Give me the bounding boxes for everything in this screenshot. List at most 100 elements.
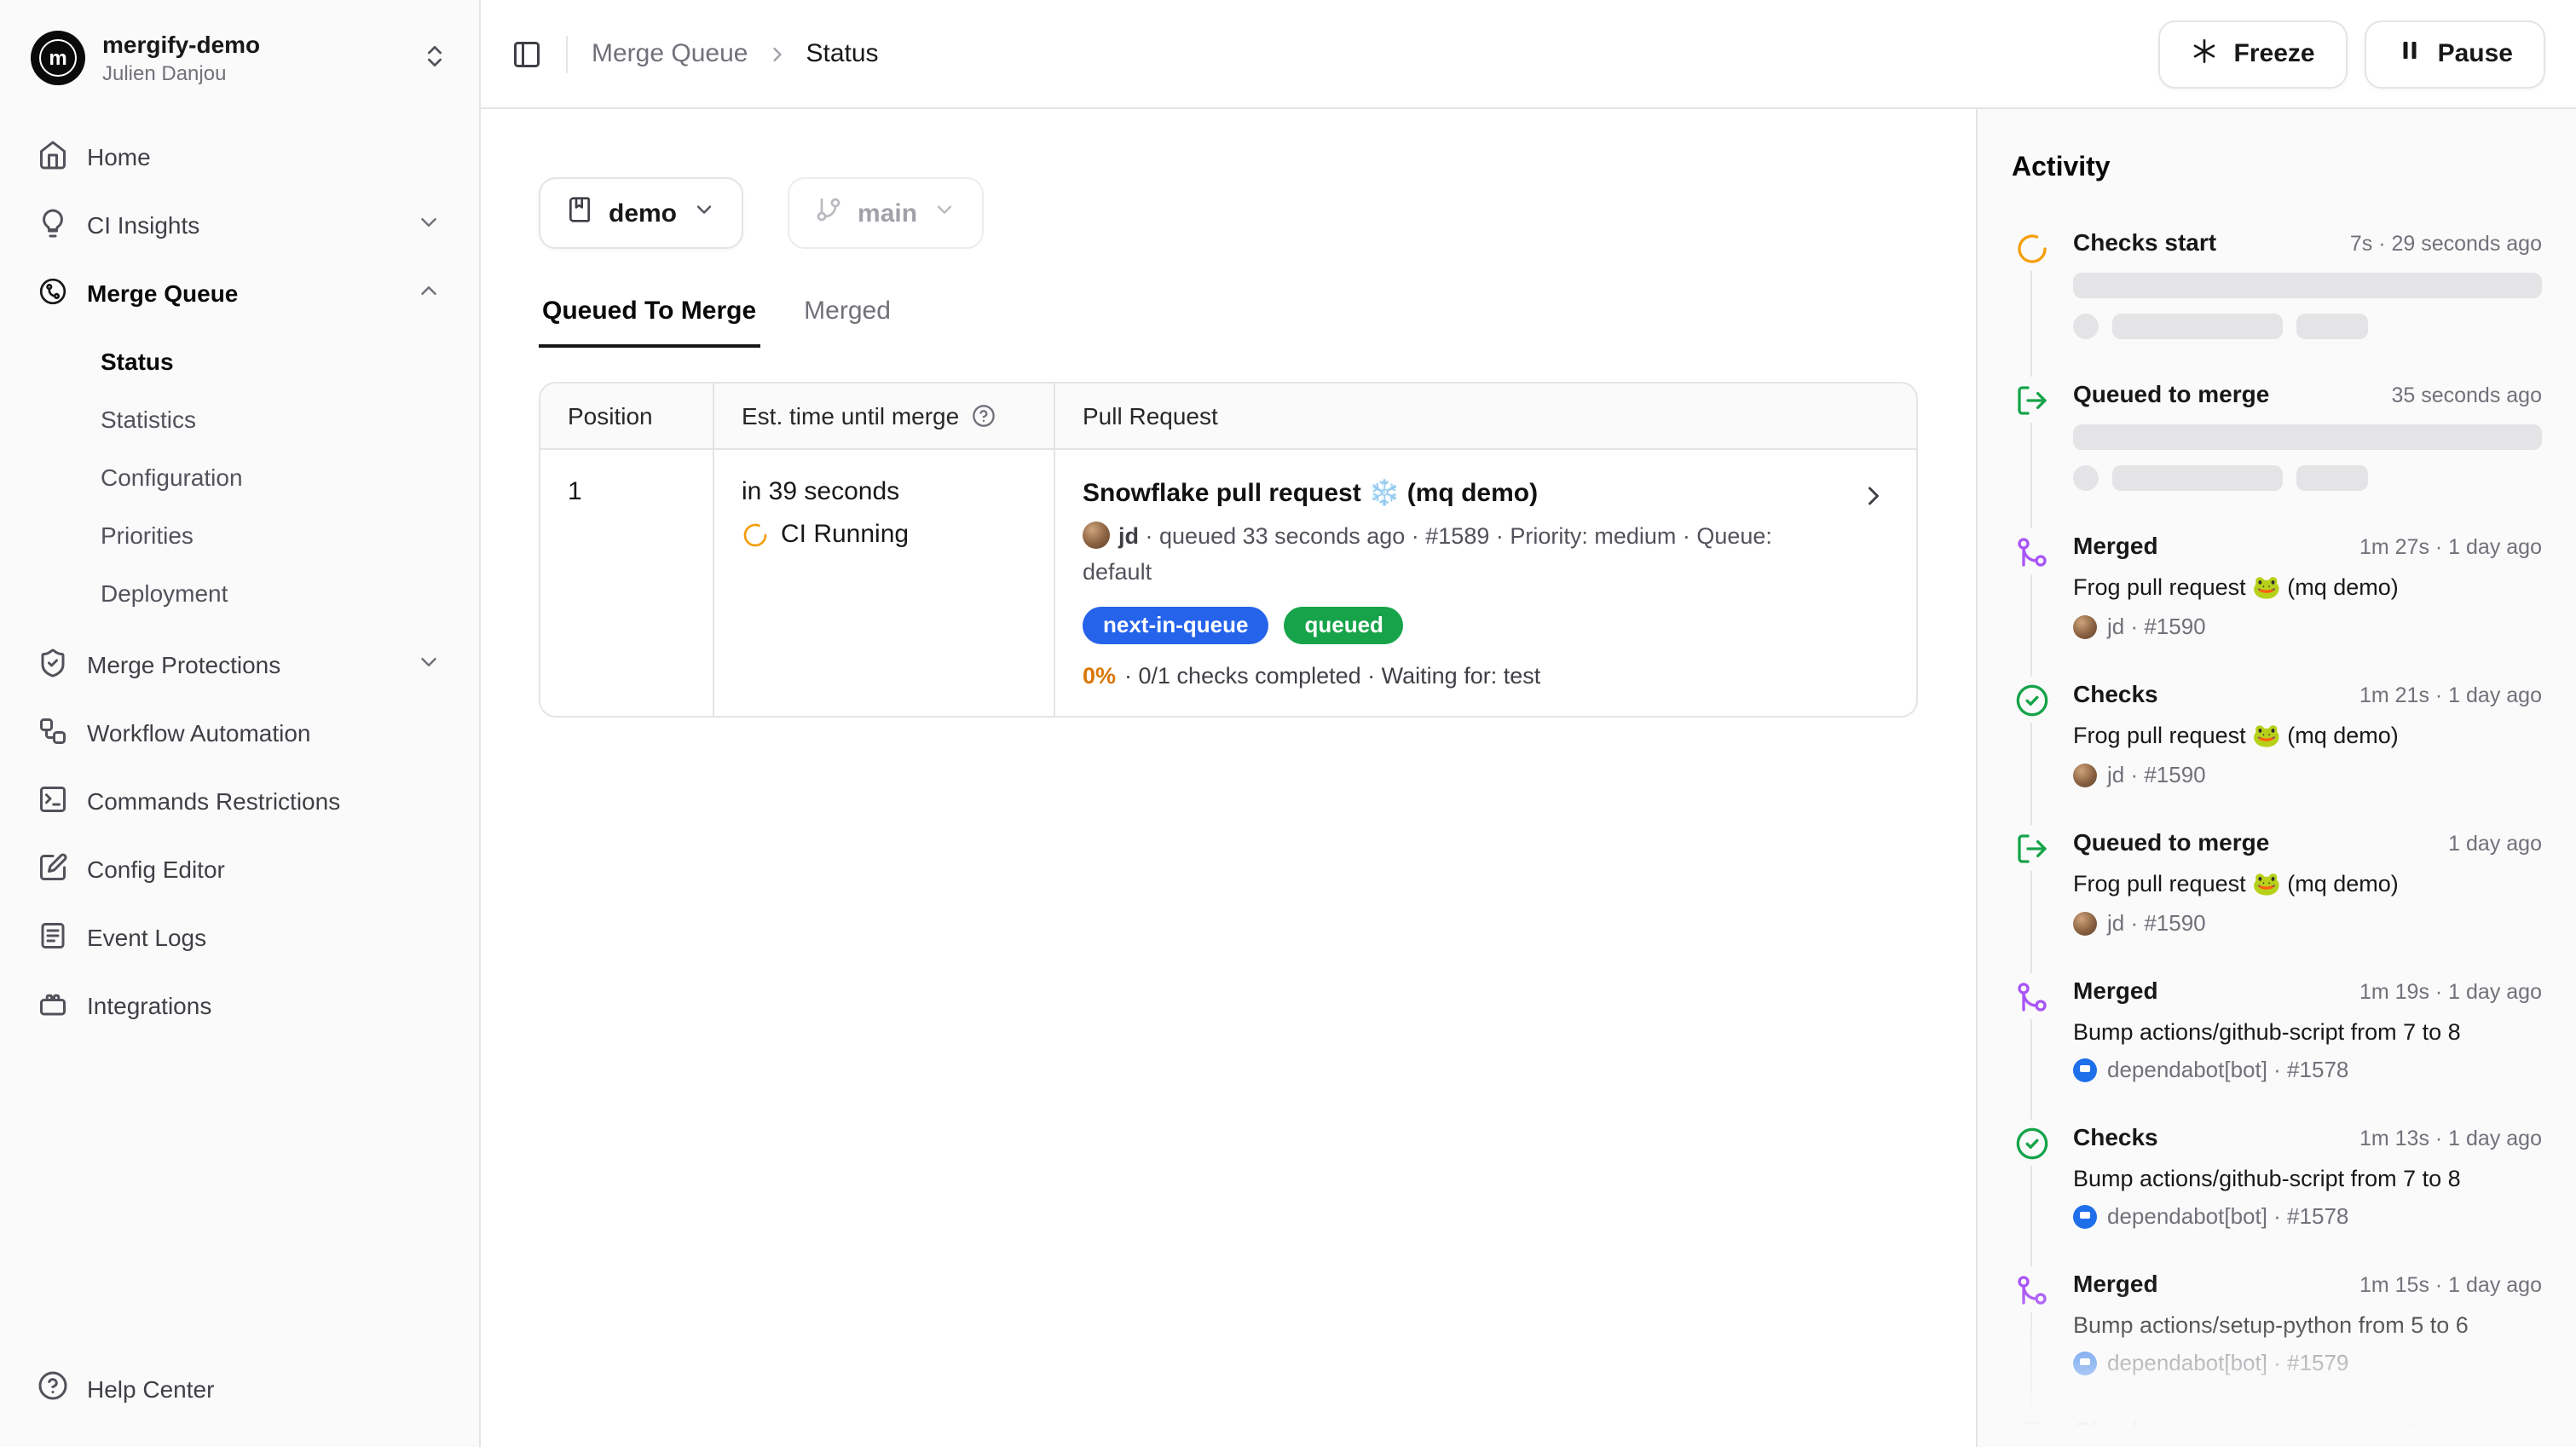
sidebar-item-label: Workflow Automation [87,719,311,747]
chevron-down-icon [933,198,956,228]
sidebar-nav: Home CI Insights Merge Queue Status Stat… [24,126,455,1036]
activity-time: 1m 9s · 1 day ago [2371,1420,2542,1444]
activity-item: Merged 1m 15s · 1 day ago Bump actions/s… [2012,1270,2542,1375]
pr-author: jd [1118,523,1139,549]
author-avatar [2073,614,2097,638]
sidebar-item-label: CI Insights [87,211,199,239]
sidebar-item-label: Config Editor [87,856,225,883]
tab-queued-to-merge[interactable]: Queued To Merge [539,297,760,348]
sidebar-item-config-editor[interactable]: Config Editor [24,839,455,900]
eta-cell: in 39 seconds CI Running [714,450,1055,716]
org-name: mergify-demo [102,31,404,58]
sidebar: m mergify-demo Julien Danjou Home CI Ins… [0,0,481,1447]
activity-panel: Activity Checks start 7s · 29 seconds ag… [1976,109,2576,1447]
tab-merged[interactable]: Merged [800,297,894,348]
badge-next-in-queue: next-in-queue [1083,607,1268,644]
checks-passed-icon [2012,1120,2051,1166]
branch-select[interactable]: main [788,177,984,249]
subitem-label: Status [101,348,174,375]
column-header-pull-request: Pull Request [1055,383,1916,448]
org-user: Julien Danjou [102,61,404,85]
breadcrumb-merge-queue[interactable]: Merge Queue [592,39,748,68]
activity-time: 1 day ago [2448,832,2542,856]
mergify-logo: m [31,31,85,85]
git-merge-icon [2012,973,2051,1019]
sidebar-item-workflow-automation[interactable]: Workflow Automation [24,702,455,764]
freeze-button[interactable]: Freeze [2159,20,2348,88]
activity-time: 7s · 29 seconds ago [2350,232,2542,256]
queued-to-merge-icon [2012,377,2051,423]
sidebar-item-label: Home [87,143,151,170]
sidebar-item-label: Merge Queue [87,280,238,307]
sidebar-subitem-status[interactable]: Status [87,334,455,389]
activity-item: Checks 1m 9s · 1 day ago Bump actions/se… [2012,1416,2542,1447]
pr-title[interactable]: Snowflake pull request ❄️ (mq demo) [1083,477,1838,508]
row-expand-chevron-icon[interactable] [1858,481,1889,516]
activity-list: Checks start 7s · 29 seconds ago [2012,228,2542,1447]
activity-event-label: Checks start [2073,228,2216,256]
pr-meta-text: · queued 33 seconds ago · #1589 · Priori… [1083,523,1772,585]
lightbulb-icon [38,207,68,243]
pr-badges: next-in-queue queued [1083,607,1838,644]
sidebar-subitem-priorities[interactable]: Priorities [87,508,455,562]
author-avatar [1083,522,1110,549]
skeleton-bar [2112,314,2283,339]
activity-event-label: Checks [2073,1123,2158,1150]
chevrons-up-down-icon [421,42,448,74]
skeleton-bar [2296,314,2368,339]
main-column: Merge Queue Status Freeze Pause [481,0,2576,1447]
activity-time: 1m 15s · 1 day ago [2359,1273,2542,1297]
org-switcher[interactable]: m mergify-demo Julien Danjou [24,20,455,95]
eta-value: in 39 seconds [742,477,1026,506]
subitem-label: Deployment [101,579,228,607]
position-cell: 1 [540,450,714,716]
column-header-eta: Est. time until merge [714,383,1055,448]
pause-button[interactable]: Pause [2365,20,2545,88]
activity-pr-title: Frog pull request 🐸 (mq demo) [2073,574,2542,602]
queue-main: demo main Queued To Merge Merged Po [481,109,1976,1447]
activity-item: Merged 1m 19s · 1 day ago Bump actions/g… [2012,977,2542,1082]
shield-check-icon [38,647,68,683]
sidebar-item-commands-restrictions[interactable]: Commands Restrictions [24,770,455,832]
pr-checks-progress: 0% · 0/1 checks completed · Waiting for:… [1083,663,1838,689]
author-avatar [2073,763,2097,787]
help-circle-icon[interactable] [971,404,995,428]
queue-row[interactable]: 1 in 39 seconds CI Running Snowflake pul… [540,450,1916,716]
activity-pr-title: Bump actions/github-script from 7 to 8 [2073,1019,2542,1045]
top-header: Merge Queue Status Freeze Pause [481,0,2576,109]
help-center-link[interactable]: Help Center [24,1360,455,1416]
column-header-position: Position [540,383,714,448]
sidebar-subitem-statistics[interactable]: Statistics [87,392,455,447]
checks-passed-icon [2012,677,2051,723]
skeleton-bar [2073,424,2542,450]
sidebar-toggle-icon[interactable] [511,38,542,69]
skeleton-avatar [2073,314,2099,339]
sidebar-subitem-configuration[interactable]: Configuration [87,450,455,504]
activity-time: 1m 21s · 1 day ago [2359,683,2542,707]
activity-author: jd · #1590 [2107,762,2206,787]
app: m mergify-demo Julien Danjou Home CI Ins… [0,0,2576,1447]
sidebar-item-event-logs[interactable]: Event Logs [24,907,455,968]
activity-time: 1m 27s · 1 day ago [2359,535,2542,559]
activity-title: Activity [2012,153,2542,184]
sidebar-item-ci-insights[interactable]: CI Insights [24,194,455,256]
dependabot-avatar [2073,1351,2097,1375]
sidebar-subitem-deployment[interactable]: Deployment [87,566,455,620]
dependabot-avatar [2073,1058,2097,1081]
repository-value: demo [609,199,677,228]
queue-tabs: Queued To Merge Merged [539,297,1918,348]
breadcrumb-status: Status [806,39,878,68]
activity-event-label: Checks [2073,1416,2158,1444]
skeleton-bar [2073,273,2542,298]
activity-event-label: Queued to merge [2073,380,2269,407]
subitem-label: Priorities [101,522,193,549]
sidebar-item-integrations[interactable]: Integrations [24,975,455,1036]
sidebar-item-merge-protections[interactable]: Merge Protections [24,634,455,695]
snowflake-icon [2192,37,2219,71]
sidebar-item-home[interactable]: Home [24,126,455,187]
sidebar-item-merge-queue[interactable]: Merge Queue [24,262,455,324]
repository-select[interactable]: demo [539,177,743,249]
home-icon [38,139,68,175]
activity-event-label: Queued to merge [2073,828,2269,856]
badge-queued: queued [1284,607,1403,644]
